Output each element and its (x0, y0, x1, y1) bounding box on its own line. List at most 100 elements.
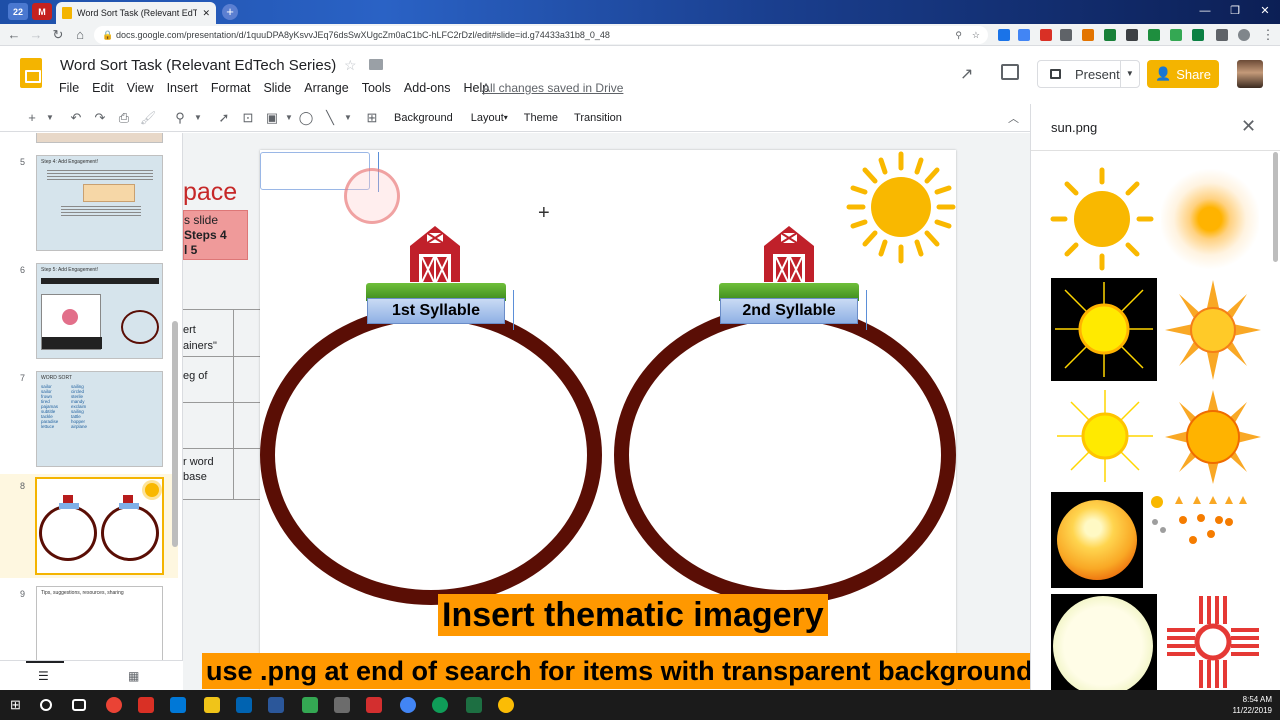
slide-thumbnail-8[interactable] (36, 478, 163, 574)
extension-icon[interactable] (1104, 29, 1116, 41)
new-tab-button[interactable]: + (222, 4, 238, 20)
extension-icon[interactable] (1192, 29, 1204, 41)
add-comment-icon[interactable]: ⊞ (360, 110, 384, 126)
menu-insert[interactable]: Insert (167, 81, 198, 95)
pinned-tab-mail[interactable]: M (32, 3, 52, 20)
box-label-2nd-syllable[interactable]: 2nd Syllable (720, 298, 858, 324)
cast-icon[interactable] (1216, 29, 1228, 41)
new-slide-dropdown-icon[interactable]: ▼ (44, 113, 56, 122)
avatar[interactable] (1237, 60, 1263, 88)
star-icon[interactable]: ☆ (344, 57, 357, 74)
filmstrip-scrollbar[interactable] (172, 321, 178, 547)
shape-icon[interactable]: ◯ (294, 110, 318, 126)
new-slide-plus-icon[interactable]: + (20, 110, 44, 125)
search-result-sun[interactable] (1049, 166, 1155, 272)
bookmark-star-icon[interactable]: ☆ (972, 26, 980, 44)
menu-view[interactable]: View (127, 81, 154, 95)
sort-ring-1[interactable] (260, 305, 602, 605)
image-dropdown-icon[interactable]: ▼ (284, 113, 294, 122)
chrome-taskbar-icon[interactable] (432, 697, 448, 713)
panel-scrollbar[interactable] (1273, 152, 1278, 262)
search-result-sun-sprites[interactable] (1149, 494, 1247, 552)
chrome-menu-icon[interactable]: ⋮ (1260, 27, 1276, 43)
taskbar-clock[interactable]: 8:54 AM 11/22/2019 (1233, 694, 1272, 716)
menu-tools[interactable]: Tools (362, 81, 391, 95)
tab-close-icon[interactable]: ✕ (202, 8, 210, 19)
paint-format-icon[interactable]: 🖌 (136, 110, 160, 126)
barn-image[interactable] (760, 226, 818, 282)
search-result-sun[interactable] (1053, 388, 1157, 484)
share-button[interactable]: 👤 Share (1147, 60, 1219, 88)
slides-logo-icon[interactable] (20, 58, 42, 88)
extension-icon[interactable] (1018, 29, 1030, 41)
barn-image[interactable] (406, 226, 464, 282)
close-panel-icon[interactable]: ✕ (1241, 116, 1256, 137)
print-icon[interactable]: ⎙ (112, 110, 136, 126)
line-dropdown-icon[interactable]: ▼ (342, 113, 354, 122)
extension-icon[interactable] (1126, 29, 1138, 41)
zoom-dropdown-icon[interactable]: ▼ (192, 113, 204, 122)
grid-view-icon[interactable]: ▦ (128, 669, 139, 683)
search-result-sun[interactable] (1051, 594, 1157, 690)
slide-thumbnail-partial[interactable] (36, 133, 163, 143)
chrome-taskbar-icon[interactable] (400, 697, 416, 713)
folder-icon[interactable] (369, 59, 383, 70)
file-explorer-taskbar-icon[interactable] (170, 697, 186, 713)
chrome-taskbar-icon[interactable] (498, 697, 514, 713)
menu-addons[interactable]: Add-ons (404, 81, 451, 95)
zoom-icon[interactable]: ⚲ (168, 110, 192, 126)
browser-tab-active[interactable]: Word Sort Task (Relevant EdTech ✕ (56, 2, 216, 24)
image-icon[interactable]: ▣ (260, 110, 284, 126)
search-result-sun[interactable] (1051, 278, 1157, 381)
windows-start-icon[interactable]: ⊞ (10, 697, 26, 713)
pinned-tab-calendar[interactable]: 22 (8, 3, 28, 20)
search-icon[interactable] (40, 699, 52, 711)
pdf-taskbar-icon[interactable] (366, 697, 382, 713)
sun-image[interactable] (845, 150, 957, 265)
activity-trend-icon[interactable]: ↗ (960, 64, 973, 84)
search-result-sun[interactable] (1161, 166, 1259, 272)
chrome-taskbar-icon[interactable] (106, 697, 122, 713)
menu-edit[interactable]: Edit (92, 81, 114, 95)
box-label-1st-syllable[interactable]: 1st Syllable (367, 298, 505, 324)
search-result-sun[interactable] (1163, 388, 1263, 486)
restore-window-button[interactable]: ❐ (1220, 2, 1250, 20)
menu-format[interactable]: Format (211, 81, 251, 95)
extension-icon[interactable] (998, 29, 1010, 41)
menu-slide[interactable]: Slide (263, 81, 291, 95)
task-view-icon[interactable] (72, 699, 86, 711)
collapse-toolbar-icon[interactable]: ︿ (1008, 110, 1019, 126)
drive-taskbar-icon[interactable] (302, 697, 318, 713)
url-input[interactable]: 🔒 docs.google.com/presentation/d/1quuDPA… (94, 26, 988, 44)
slide-thumbnail-7[interactable]: WORD SORT sailor sailing sailor circled fr… (36, 371, 163, 467)
zoom-icon[interactable]: ⚲ (955, 26, 962, 44)
extension-icon[interactable] (1040, 29, 1052, 41)
document-title[interactable]: Word Sort Task (Relevant EdTech Series) (60, 57, 336, 74)
extension-icon[interactable] (1082, 29, 1094, 41)
select-cursor-icon[interactable]: ➚ (212, 110, 236, 126)
reload-icon[interactable]: ↻ (50, 27, 66, 43)
background-button[interactable]: Background (394, 112, 453, 124)
slide-thumbnail-6[interactable]: Step 5: Add Engagement! (36, 263, 163, 359)
calendar-taskbar-icon[interactable] (268, 697, 284, 713)
filmstrip-view-icon[interactable]: ☰ (38, 669, 49, 683)
back-arrow-icon[interactable]: ← (6, 27, 22, 43)
theme-button[interactable]: Theme (524, 112, 558, 124)
slide-thumbnail-5[interactable]: Step 4: Add Engagement! (36, 155, 163, 251)
layout-dropdown-icon[interactable]: ▾ (504, 113, 508, 122)
forward-arrow-icon[interactable]: → (28, 27, 44, 43)
extension-icon[interactable] (1060, 29, 1072, 41)
mail-taskbar-icon[interactable] (138, 697, 154, 713)
folder-taskbar-icon[interactable] (204, 697, 220, 713)
close-window-button[interactable]: ✕ (1250, 2, 1280, 20)
redo-icon[interactable]: ↷ (88, 110, 112, 126)
search-result-sun[interactable] (1051, 492, 1143, 588)
comment-icon[interactable] (1001, 64, 1019, 80)
menu-arrange[interactable]: Arrange (304, 81, 348, 95)
present-dropdown-icon[interactable]: ▼ (1119, 61, 1139, 87)
excel-taskbar-icon[interactable] (466, 697, 482, 713)
search-query[interactable]: sun.png (1051, 120, 1097, 135)
save-status[interactable]: All changes saved in Drive (482, 81, 623, 95)
text-box-icon[interactable]: ⊡ (236, 110, 260, 126)
undo-icon[interactable]: ↶ (64, 110, 88, 126)
